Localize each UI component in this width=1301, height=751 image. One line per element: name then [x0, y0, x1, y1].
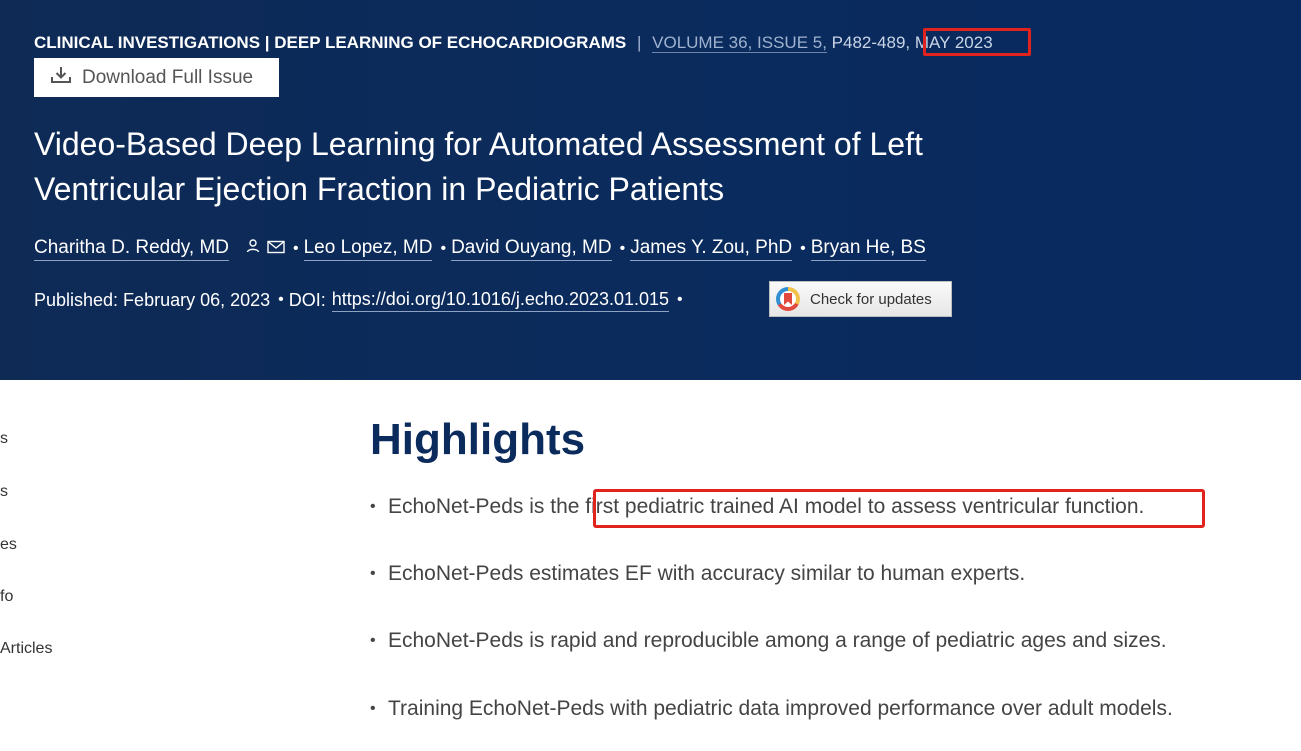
highlight-annotation-box: [593, 489, 1205, 528]
author-zou[interactable]: James Y. Zou, PhD: [630, 236, 793, 261]
author-separator: •: [619, 239, 626, 257]
bullet: •: [370, 498, 376, 515]
mail-icon[interactable]: [267, 237, 285, 261]
sidebar-item-articles[interactable]: Articles: [0, 640, 52, 658]
highlight-text: Training EchoNet-Peds with pediatric dat…: [388, 697, 1173, 720]
pub-separator: •: [278, 290, 284, 308]
sidebar-item[interactable]: es: [0, 536, 17, 554]
bullet: •: [370, 700, 376, 717]
author-he[interactable]: Bryan He, BS: [810, 236, 926, 261]
download-label: Download Full Issue: [82, 66, 254, 88]
list-item: • EchoNet-Peds is rapid and reproducible …: [370, 628, 1167, 654]
person-icon[interactable]: [245, 237, 261, 261]
sidebar-item[interactable]: fo: [0, 588, 13, 606]
section-label[interactable]: CLINICAL INVESTIGATIONS | DEEP LEARNING …: [34, 33, 626, 52]
pub-separator: •: [677, 290, 683, 308]
author-reddy[interactable]: Charitha D. Reddy, MD: [34, 236, 229, 261]
breadcrumb: CLINICAL INVESTIGATIONS | DEEP LEARNING …: [34, 33, 993, 53]
article-sidebar-nav: s s es fo Articles: [0, 380, 300, 751]
highlights-heading: Highlights: [370, 415, 586, 464]
download-full-issue-button[interactable]: Download Full Issue: [34, 58, 279, 97]
highlight-text: EchoNet-Peds is the: [388, 495, 586, 518]
highlight-text: EchoNet-Peds is rapid and reproducible a…: [388, 629, 1167, 652]
author-list: Charitha D. Reddy, MD • Leo Lopez, MD • …: [34, 236, 926, 261]
download-icon: [50, 65, 82, 91]
highlight-text: EchoNet-Peds estimates EF with accuracy …: [388, 562, 1026, 585]
list-item: • EchoNet-Peds estimates EF with accuracy…: [370, 561, 1025, 587]
article-header: CLINICAL INVESTIGATIONS | DEEP LEARNING …: [0, 0, 1301, 380]
published-date: Published: February 06, 2023: [34, 289, 271, 310]
bullet: •: [370, 632, 376, 649]
sidebar-item[interactable]: s: [0, 430, 8, 448]
date-highlight-box: [923, 28, 1031, 56]
sidebar-item[interactable]: s: [0, 483, 8, 501]
volume-issue-link[interactable]: VOLUME 36, ISSUE 5,: [652, 33, 827, 53]
author-separator: •: [800, 239, 806, 257]
check-for-updates-label: Check for updates: [810, 290, 932, 308]
list-item: • Training EchoNet-Peds with pediatric da…: [370, 696, 1173, 722]
page-range: P482-489,: [831, 33, 911, 52]
check-for-updates-button[interactable]: Check for updates: [769, 281, 952, 317]
doi-link[interactable]: https://doi.org/10.1016/j.echo.2023.01.0…: [331, 287, 670, 312]
bullet: •: [370, 565, 376, 582]
author-ouyang[interactable]: David Ouyang, MD: [451, 236, 612, 261]
author-separator: •: [293, 239, 299, 257]
doi-label: DOI:: [288, 289, 326, 310]
publication-info: Published: February 06, 2023 • DOI: http…: [34, 287, 688, 312]
author-lopez[interactable]: Leo Lopez, MD: [303, 236, 433, 261]
author-separator: •: [440, 239, 447, 257]
breadcrumb-separator: |: [636, 33, 642, 52]
article-title: Video-Based Deep Learning for Automated …: [34, 126, 923, 207]
crossmark-icon: [776, 287, 800, 311]
